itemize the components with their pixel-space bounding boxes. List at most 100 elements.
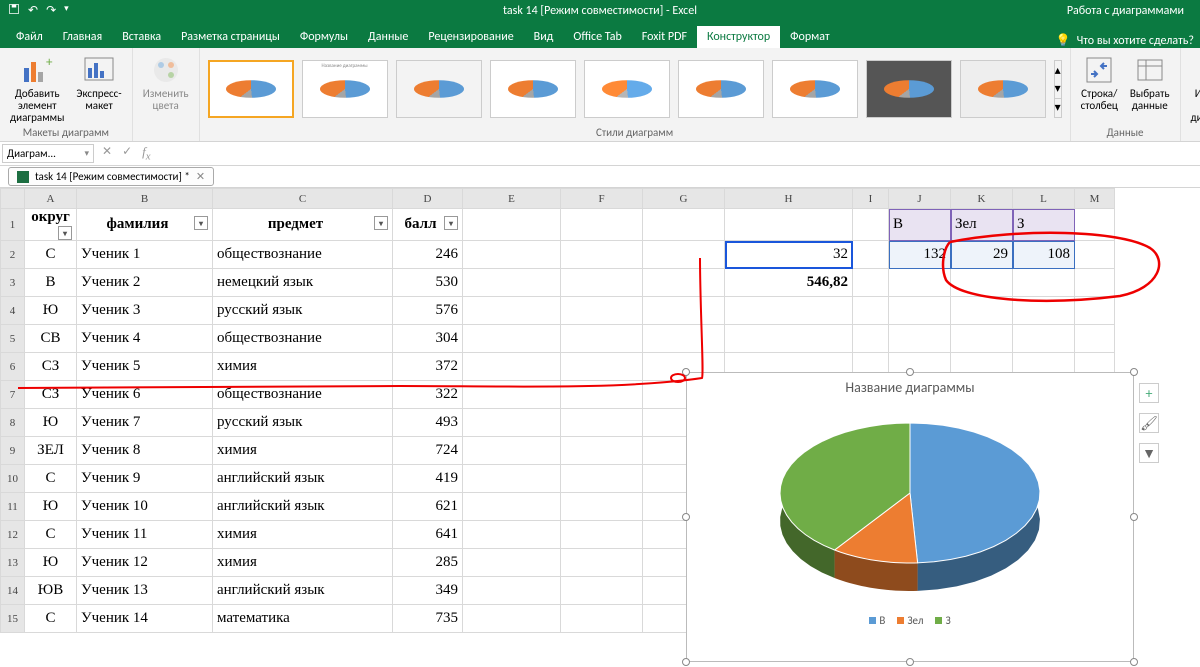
- add-chart-element-button[interactable]: + Добавить элемент диаграммы: [6, 52, 68, 126]
- cell[interactable]: 349: [393, 577, 463, 605]
- redo-icon[interactable]: ↷: [46, 3, 56, 19]
- cell[interactable]: 735: [393, 605, 463, 633]
- cell[interactable]: С: [25, 241, 77, 269]
- tab-officetab[interactable]: Office Tab: [563, 26, 631, 48]
- cell[interactable]: 372: [393, 353, 463, 381]
- cell[interactable]: 132: [889, 241, 951, 269]
- chart-style-6[interactable]: [678, 60, 764, 118]
- select-data-button[interactable]: Выбрать данные: [1126, 52, 1174, 114]
- col-header[interactable]: L: [1013, 189, 1075, 209]
- workbook-tab[interactable]: task 14 [Режим совместимости] * ✕: [8, 167, 214, 186]
- cell[interactable]: Ученик 5: [77, 353, 213, 381]
- tab-file[interactable]: Файл: [6, 26, 53, 48]
- resize-handle[interactable]: [682, 368, 690, 376]
- col-header[interactable]: K: [951, 189, 1013, 209]
- col-header[interactable]: H: [725, 189, 853, 209]
- chart-plot-area[interactable]: [687, 398, 1133, 608]
- filter-button[interactable]: ▾: [194, 216, 208, 230]
- formula-input[interactable]: [157, 152, 1200, 156]
- chart-style-9[interactable]: [960, 60, 1046, 118]
- row-header[interactable]: 7: [1, 381, 25, 409]
- col-header[interactable]: J: [889, 189, 951, 209]
- cell[interactable]: 493: [393, 409, 463, 437]
- resize-handle[interactable]: [906, 368, 914, 376]
- cell[interactable]: Ученик 10: [77, 493, 213, 521]
- cell[interactable]: Ю: [25, 493, 77, 521]
- cell[interactable]: 530: [393, 269, 463, 297]
- row-header[interactable]: 11: [1, 493, 25, 521]
- cell[interactable]: 641: [393, 521, 463, 549]
- row-header[interactable]: 13: [1, 549, 25, 577]
- tab-format[interactable]: Формат: [780, 26, 839, 48]
- worksheet-grid[interactable]: A B C D E F G H I J K L M 1 округ▾ фамил…: [0, 188, 1200, 666]
- chart-styles-gallery[interactable]: Название диаграммы ▴ ▾ ▾: [206, 52, 1064, 126]
- switch-row-col-button[interactable]: Строка/ столбец: [1077, 52, 1122, 114]
- cell[interactable]: 29: [951, 241, 1013, 269]
- cell[interactable]: обществознание: [213, 241, 393, 269]
- cell[interactable]: 576: [393, 297, 463, 325]
- col-header[interactable]: E: [463, 189, 561, 209]
- tab-view[interactable]: Вид: [524, 26, 564, 48]
- cell[interactable]: химия: [213, 549, 393, 577]
- cell[interactable]: английский язык: [213, 493, 393, 521]
- col-header[interactable]: I: [853, 189, 889, 209]
- row-header[interactable]: 9: [1, 437, 25, 465]
- cell[interactable]: Ученик 12: [77, 549, 213, 577]
- cell[interactable]: обществознание: [213, 325, 393, 353]
- cell[interactable]: С: [25, 465, 77, 493]
- chart-style-2[interactable]: Название диаграммы: [302, 60, 388, 118]
- col-header[interactable]: C: [213, 189, 393, 209]
- filter-button[interactable]: ▾: [374, 216, 388, 230]
- cell[interactable]: математика: [213, 605, 393, 633]
- cell[interactable]: Ученик 2: [77, 269, 213, 297]
- row-header[interactable]: 14: [1, 577, 25, 605]
- select-all-corner[interactable]: [1, 189, 25, 209]
- cell[interactable]: Ученик 8: [77, 437, 213, 465]
- cell[interactable]: Ученик 9: [77, 465, 213, 493]
- cell[interactable]: СВ: [25, 325, 77, 353]
- cell[interactable]: Ю: [25, 409, 77, 437]
- cell[interactable]: русский язык: [213, 297, 393, 325]
- row-header[interactable]: 6: [1, 353, 25, 381]
- cell[interactable]: СЗ: [25, 381, 77, 409]
- cell[interactable]: 621: [393, 493, 463, 521]
- tab-foxit[interactable]: Foxit PDF: [632, 26, 697, 48]
- cell[interactable]: Ученик 6: [77, 381, 213, 409]
- cell[interactable]: 304: [393, 325, 463, 353]
- row-header[interactable]: 2: [1, 241, 25, 269]
- tab-home[interactable]: Главная: [53, 26, 112, 48]
- cell[interactable]: округ▾: [25, 209, 77, 241]
- row-header[interactable]: 4: [1, 297, 25, 325]
- cell[interactable]: русский язык: [213, 409, 393, 437]
- col-header[interactable]: B: [77, 189, 213, 209]
- cell[interactable]: 108: [1013, 241, 1075, 269]
- cell[interactable]: ЮВ: [25, 577, 77, 605]
- chart-legend[interactable]: В Зел З: [687, 608, 1133, 627]
- cell[interactable]: 546,82: [725, 269, 853, 297]
- chart-style-7[interactable]: [772, 60, 858, 118]
- cell[interactable]: 724: [393, 437, 463, 465]
- cell[interactable]: С: [25, 605, 77, 633]
- cell[interactable]: Ученик 11: [77, 521, 213, 549]
- cell[interactable]: Ю: [25, 549, 77, 577]
- cell[interactable]: химия: [213, 437, 393, 465]
- cell[interactable]: химия: [213, 353, 393, 381]
- col-header[interactable]: G: [643, 189, 725, 209]
- col-header[interactable]: D: [393, 189, 463, 209]
- row-header[interactable]: 1: [1, 209, 25, 241]
- chart-elements-button[interactable]: +: [1139, 383, 1159, 403]
- chart-style-1[interactable]: [208, 60, 294, 118]
- change-chart-type-button[interactable]: Изменить тип диаграммы: [1187, 52, 1200, 126]
- chart-style-4[interactable]: [490, 60, 576, 118]
- cell[interactable]: С: [25, 521, 77, 549]
- filter-button[interactable]: ▾: [58, 226, 72, 240]
- row-header[interactable]: 12: [1, 521, 25, 549]
- tab-data[interactable]: Данные: [358, 26, 418, 48]
- row-header[interactable]: 3: [1, 269, 25, 297]
- name-box[interactable]: Диаграм... ▾: [2, 144, 94, 163]
- tell-me[interactable]: 💡 Что вы хотите сделать?: [1056, 33, 1194, 48]
- cell[interactable]: Ученик 13: [77, 577, 213, 605]
- cell[interactable]: предмет▾: [213, 209, 393, 241]
- cell[interactable]: 322: [393, 381, 463, 409]
- chevron-down-icon[interactable]: ▾: [84, 148, 89, 159]
